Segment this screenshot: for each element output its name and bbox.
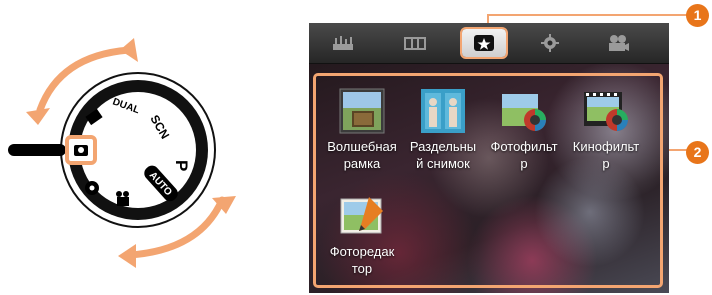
menu-item-label-line1: Фоторедак (329, 244, 395, 259)
dial-pointer (8, 144, 66, 156)
menu-item-label-line1: Фотофильт (490, 139, 558, 154)
dial-label-p: P (172, 160, 191, 171)
menu-item-movie-filter[interactable]: Кинофильт р (566, 88, 646, 172)
menu-item-label-line1: Кинофильт (572, 139, 640, 154)
tab-magic-star[interactable] (460, 27, 508, 59)
tab-settings[interactable] (528, 29, 572, 57)
rotate-arrow-top-head-right (120, 38, 138, 62)
rotate-arrow-bottom-head-left (118, 244, 136, 268)
panorama-plus-icon (333, 36, 353, 50)
callout-badge-2: 2 (686, 141, 709, 164)
photo-editor-icon (339, 193, 385, 239)
tab-panorama[interactable] (393, 29, 437, 57)
rotate-arrow-top-head-left (26, 108, 50, 125)
menu-item-label-line2: р (602, 156, 610, 171)
mode-tab-bar (309, 23, 669, 64)
tab-movie[interactable] (596, 29, 640, 57)
callout-badge-1: 1 (686, 4, 709, 27)
menu-item-magic-frame[interactable]: Волшебная рамка (322, 88, 402, 172)
menu-item-photo-editor[interactable]: Фоторедак тор (322, 193, 402, 277)
panorama-icon (404, 37, 426, 50)
mode-dial-illustration: AUTO P SCN DUAL (8, 38, 236, 268)
tab-panorama-plus[interactable] (321, 29, 365, 57)
menu-item-label-line1: Раздельны (409, 139, 477, 154)
movie-filter-icon (583, 88, 629, 134)
settings-gear-icon (541, 34, 559, 52)
magic-star-icon (474, 35, 494, 51)
magic-frame-icon (339, 88, 385, 134)
menu-item-label-line2: рамка (343, 156, 381, 171)
movie-camera-icon (609, 35, 629, 51)
menu-item-label-line2: й снимок (416, 156, 470, 171)
menu-item-label-line2: тор (351, 261, 373, 276)
photo-filter-icon (501, 88, 547, 134)
menu-item-split-shot[interactable]: Раздельны й снимок (403, 88, 483, 172)
dial-movie-icon (117, 197, 129, 206)
menu-item-label-line1: Волшебная (327, 139, 397, 154)
menu-item-label-line2: р (520, 156, 528, 171)
split-shot-icon (420, 88, 466, 134)
menu-item-photo-filter[interactable]: Фотофильт р (484, 88, 564, 172)
